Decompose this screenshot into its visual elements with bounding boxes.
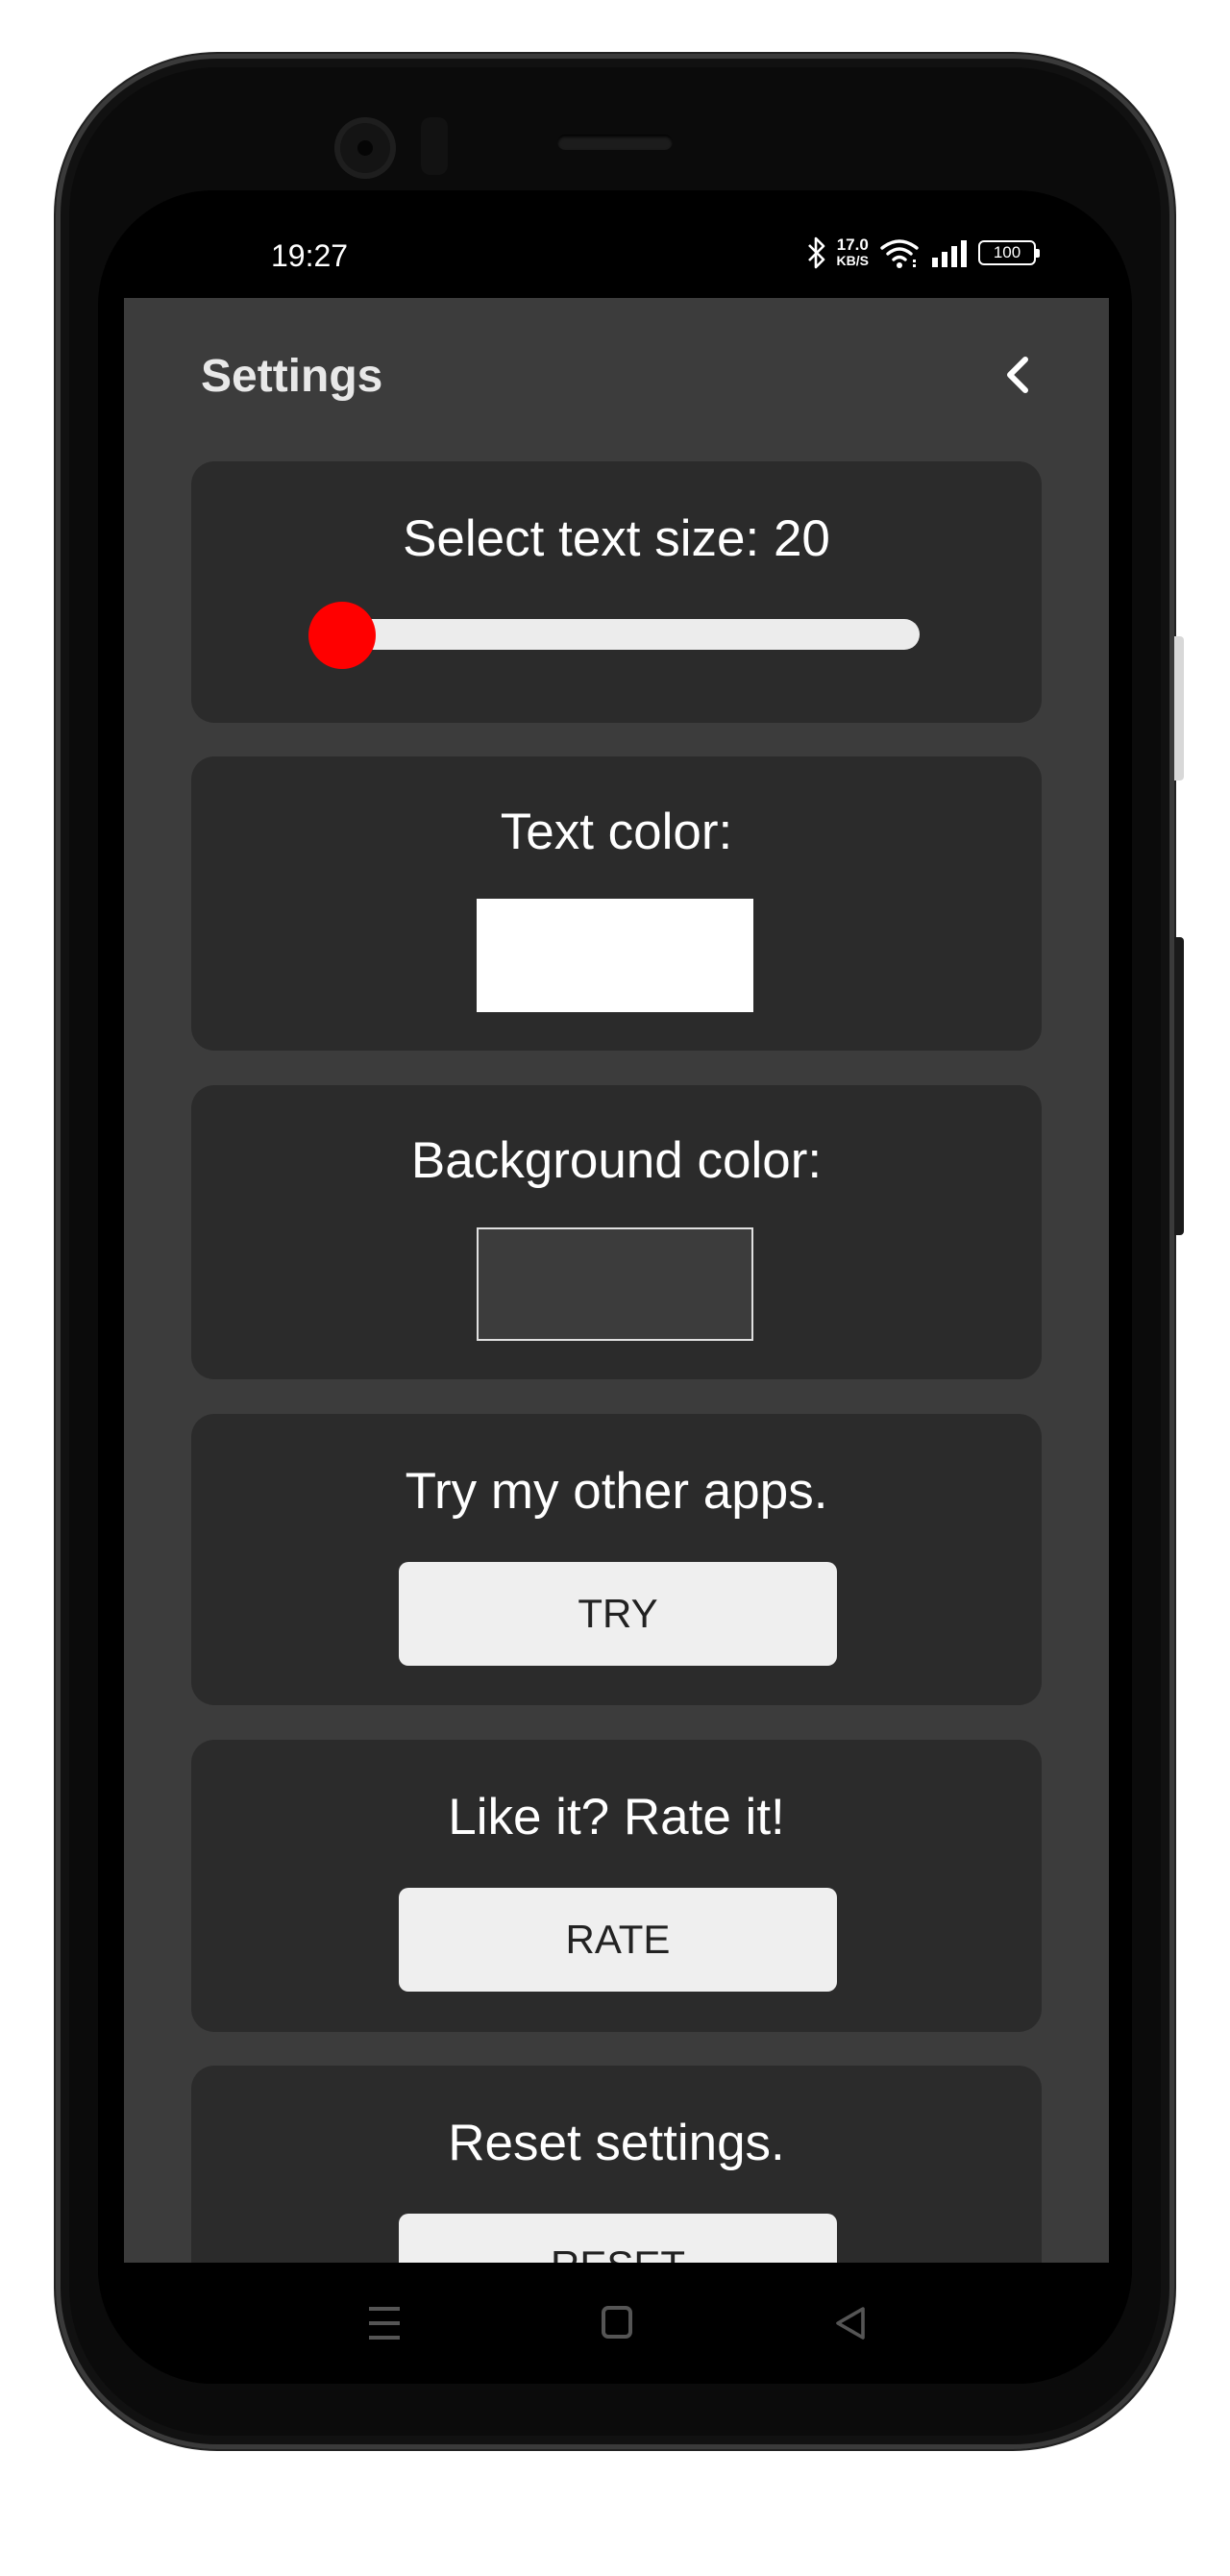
earpiece-speaker (557, 135, 673, 150)
rate-button[interactable]: RATE (399, 1888, 837, 1992)
text-color-label: Text color: (500, 804, 733, 860)
text-color-card: Text color: (191, 756, 1042, 1051)
phone-screen: 19:27 17.0 KB/S 100 Settings Select text… (98, 190, 1132, 2384)
signal-icon (932, 240, 967, 267)
reset-label: Reset settings. (448, 2115, 785, 2171)
system-nav-bar (98, 2263, 1132, 2384)
front-camera (334, 117, 396, 179)
proximity-sensor (421, 117, 448, 175)
other-apps-card: Try my other apps. TRY (191, 1414, 1042, 1705)
page-title: Settings (201, 351, 383, 402)
text-size-slider-track[interactable] (322, 619, 920, 650)
try-button[interactable]: TRY (399, 1562, 837, 1666)
menu-icon[interactable] (357, 2301, 411, 2345)
chevron-left-icon (1007, 357, 1028, 393)
back-triangle-icon[interactable] (824, 2301, 878, 2345)
volume-button (1174, 636, 1184, 780)
status-icons: 17.0 KB/S 100 (806, 235, 1040, 269)
home-icon[interactable] (590, 2301, 644, 2345)
text-size-label: Select text size: 20 (403, 510, 830, 567)
bluetooth-icon (807, 236, 824, 269)
network-speed: 17.0 KB/S (836, 235, 869, 268)
wifi-icon (880, 239, 919, 268)
rate-card: Like it? Rate it! RATE (191, 1740, 1042, 2032)
background-color-swatch[interactable] (477, 1227, 753, 1341)
reset-button[interactable]: RESET (399, 2214, 837, 2263)
text-color-swatch[interactable] (477, 899, 753, 1012)
text-size-card: Select text size: 20 (191, 461, 1042, 723)
network-speed-unit: KB/S (836, 253, 869, 268)
text-size-slider-thumb[interactable] (308, 602, 376, 669)
power-button (1174, 937, 1184, 1235)
other-apps-label: Try my other apps. (405, 1463, 828, 1520)
rate-label: Like it? Rate it! (448, 1789, 785, 1845)
settings-screen: Settings Select text size: 20 Text color… (124, 298, 1109, 2263)
status-bar: 19:27 17.0 KB/S 100 (98, 190, 1132, 298)
reset-card: Reset settings. RESET (191, 2066, 1042, 2263)
battery-icon: 100 (978, 240, 1040, 265)
network-speed-value: 17.0 (836, 235, 869, 254)
background-color-label: Background color: (410, 1132, 823, 1189)
back-button[interactable] (989, 346, 1046, 404)
background-color-card: Background color: (191, 1085, 1042, 1379)
status-time: 19:27 (271, 238, 349, 273)
battery-level: 100 (993, 243, 1021, 261)
